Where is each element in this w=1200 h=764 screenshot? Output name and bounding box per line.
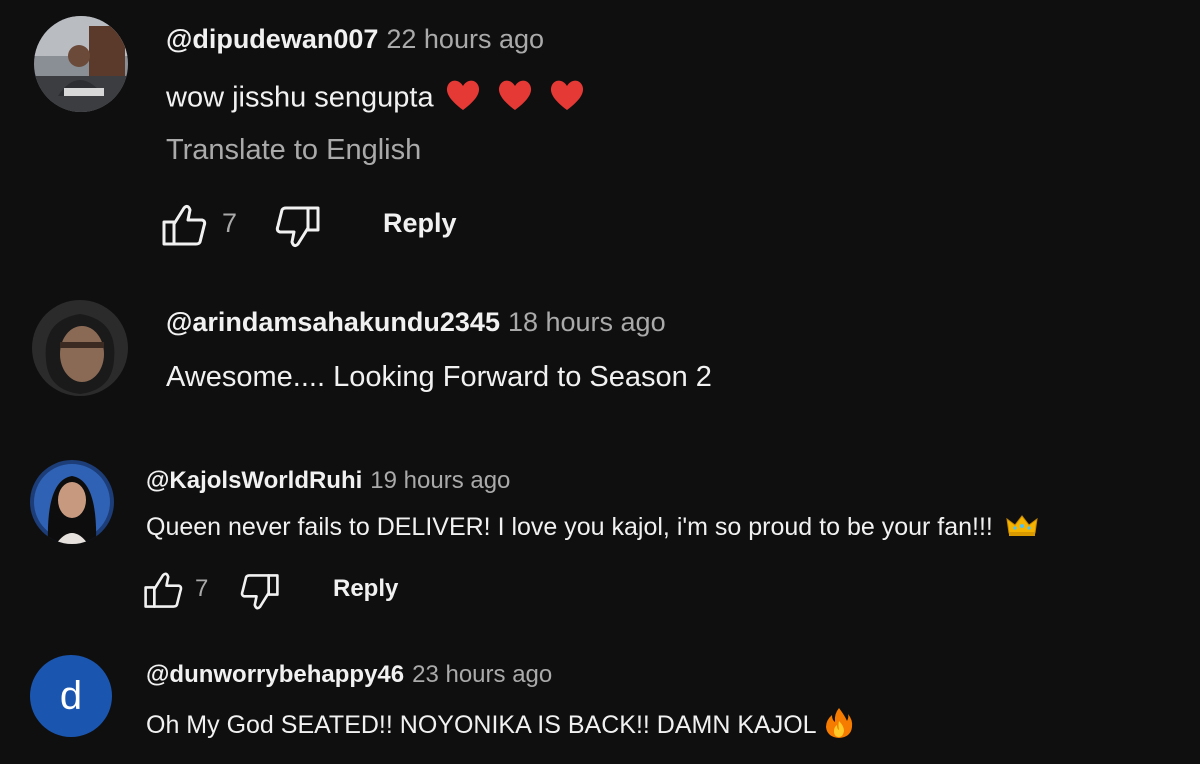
comment-timestamp[interactable]: 22 hours ago — [386, 24, 544, 54]
comment-meta: @arindamsahakundu2345 18 hours ago — [166, 307, 666, 338]
comment-author[interactable]: @dipudewan007 — [166, 24, 378, 54]
comment-timestamp[interactable]: 23 hours ago — [412, 661, 552, 688]
comment-body: Oh My God SEATED!! NOYONIKA IS BACK!! DA… — [146, 711, 816, 740]
like-icon[interactable] — [142, 570, 184, 615]
comment-body: Awesome.... Looking Forward to Season 2 — [166, 361, 712, 393]
comment-meta: @dipudewan007 22 hours ago — [166, 24, 544, 55]
avatar[interactable] — [34, 16, 128, 112]
dislike-icon[interactable] — [239, 572, 281, 617]
comment-timestamp[interactable]: 18 hours ago — [508, 307, 666, 337]
heart-icon — [496, 78, 534, 120]
heart-icon — [444, 78, 482, 120]
like-icon[interactable] — [160, 202, 208, 253]
reply-button[interactable]: Reply — [383, 208, 457, 239]
comment-2: @arindamsahakundu2345 18 hours ago Awesom… — [0, 290, 1200, 440]
comment-text: Queen never fails to DELIVER! I love you… — [146, 513, 1038, 544]
comment-body: wow jisshu sengupta — [166, 81, 434, 114]
comment-body: Queen never fails to DELIVER! I love you… — [146, 513, 993, 542]
comment-1: @dipudewan007 22 hours ago wow jisshu sen… — [0, 0, 1200, 270]
dislike-icon[interactable] — [274, 204, 322, 255]
reply-button[interactable]: Reply — [333, 575, 398, 603]
translate-button[interactable]: Translate to English — [166, 134, 421, 167]
avatar[interactable] — [32, 300, 128, 396]
like-count: 7 — [195, 575, 209, 602]
comment-timestamp[interactable]: 19 hours ago — [370, 467, 510, 494]
comment-text: Oh My God SEATED!! NOYONIKA IS BACK!! DA… — [146, 707, 853, 746]
comment-3: @KajolsWorldRuhi 19 hours ago Queen never… — [0, 450, 1200, 640]
comment-4: d @dunworrybehappy46 23 hours ago Oh My G… — [0, 645, 1200, 764]
like-count: 7 — [222, 208, 238, 238]
comment-author[interactable]: @arindamsahakundu2345 — [166, 307, 500, 337]
comment-author[interactable]: @dunworrybehappy46 — [146, 661, 404, 688]
crown-icon — [1006, 513, 1038, 544]
avatar-initial: d — [59, 673, 83, 718]
fire-icon — [825, 707, 853, 746]
comment-meta: @KajolsWorldRuhi 19 hours ago — [146, 467, 510, 495]
avatar[interactable] — [30, 460, 114, 544]
heart-icon — [548, 78, 586, 120]
comment-actions: 7 Reply — [142, 568, 442, 618]
comment-text: wow jisshu sengupta — [166, 78, 586, 120]
comment-actions: 7 Reply — [160, 200, 480, 250]
comment-author[interactable]: @KajolsWorldRuhi — [146, 467, 362, 494]
comment-meta: @dunworrybehappy46 23 hours ago — [146, 661, 552, 689]
avatar[interactable]: d — [30, 655, 112, 737]
